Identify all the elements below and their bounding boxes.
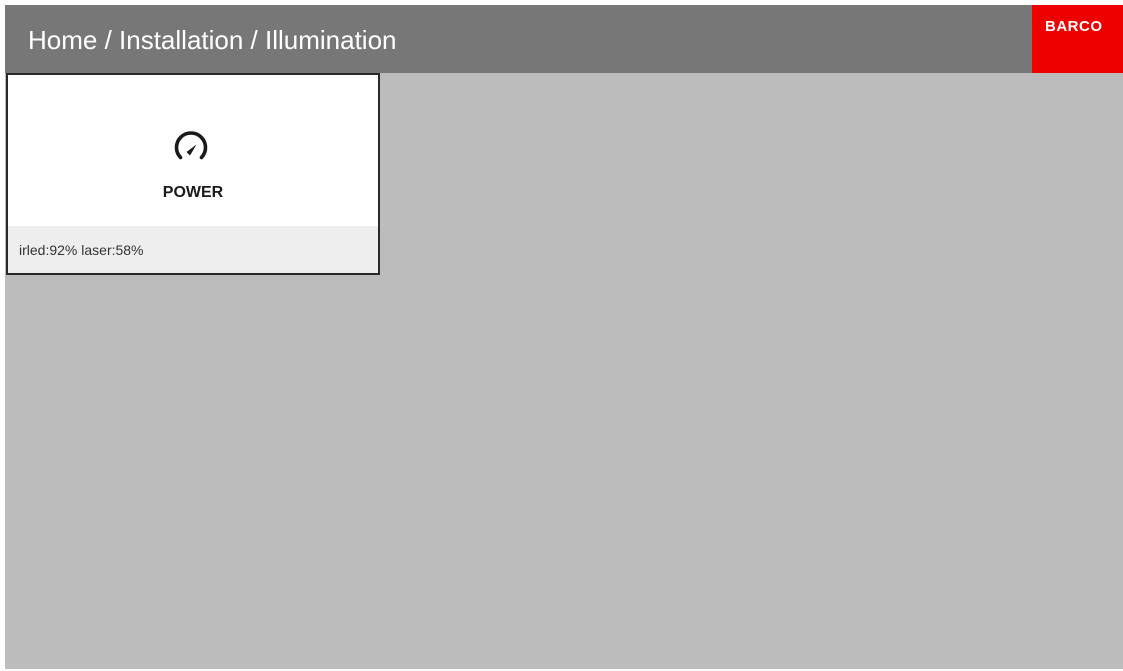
speedometer-icon: [174, 131, 208, 160]
tile-label: POWER: [162, 184, 224, 201]
breadcrumb: Home / Installation / Illumination: [28, 25, 397, 55]
tile-footer: irled:92% laser:58%: [8, 226, 378, 273]
header-bar: Home / Installation / Illumination BARCO: [5, 5, 1123, 73]
barco-logo: BARCO: [1032, 5, 1123, 73]
tile-status: irled:92% laser:58%: [19, 242, 144, 258]
tile-power[interactable]: POWER irled:92% laser:58%: [6, 73, 380, 275]
app-screen: Home / Installation / Illumination BARCO…: [5, 5, 1123, 669]
logo-text: BARCO: [1045, 18, 1103, 35]
